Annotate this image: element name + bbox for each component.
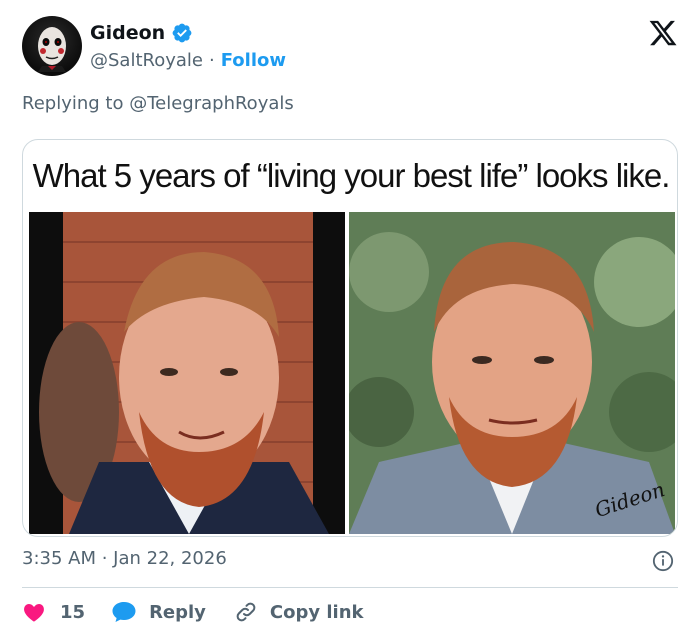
- copy-link-button[interactable]: Copy link: [234, 600, 364, 624]
- author-handle-row: @SaltRoyale · Follow: [90, 48, 286, 72]
- tweet-timestamp[interactable]: 3:35 AM · Jan 22, 2026: [22, 548, 227, 569]
- media-card[interactable]: What 5 years of “living your best life” …: [22, 139, 678, 537]
- author-display-name[interactable]: Gideon: [90, 22, 165, 44]
- photo-right: Gideon: [349, 212, 675, 534]
- info-icon[interactable]: [652, 550, 674, 572]
- action-bar: 15 Reply Copy link: [22, 598, 364, 626]
- reply-context: Replying to @TelegraphRoyals: [22, 93, 294, 114]
- reply-mention-link[interactable]: @TelegraphRoyals: [129, 93, 294, 114]
- photo-left: [29, 212, 345, 534]
- separator-dot: ·: [208, 49, 215, 71]
- meme-caption: What 5 years of “living your best life” …: [32, 157, 671, 194]
- verified-badge-icon: [172, 23, 192, 43]
- link-icon: [236, 602, 256, 622]
- heart-icon: [24, 604, 44, 622]
- like-button[interactable]: 15: [22, 600, 111, 624]
- avatar[interactable]: [22, 16, 82, 76]
- like-count: 15: [60, 601, 86, 623]
- x-logo-icon[interactable]: [648, 18, 678, 48]
- copy-link-label: Copy link: [269, 601, 364, 623]
- reply-context-prefix: Replying to: [22, 93, 130, 114]
- divider: [22, 587, 678, 588]
- follow-button[interactable]: Follow: [221, 50, 286, 71]
- author-handle[interactable]: @SaltRoyale: [90, 50, 203, 71]
- author-name-row: Gideon: [90, 20, 193, 46]
- reply-bubble-icon: [112, 602, 136, 622]
- avatar-jigsaw-puppet-icon: [38, 27, 66, 72]
- reply-label: Reply: [149, 601, 206, 623]
- reply-button[interactable]: Reply: [111, 600, 234, 624]
